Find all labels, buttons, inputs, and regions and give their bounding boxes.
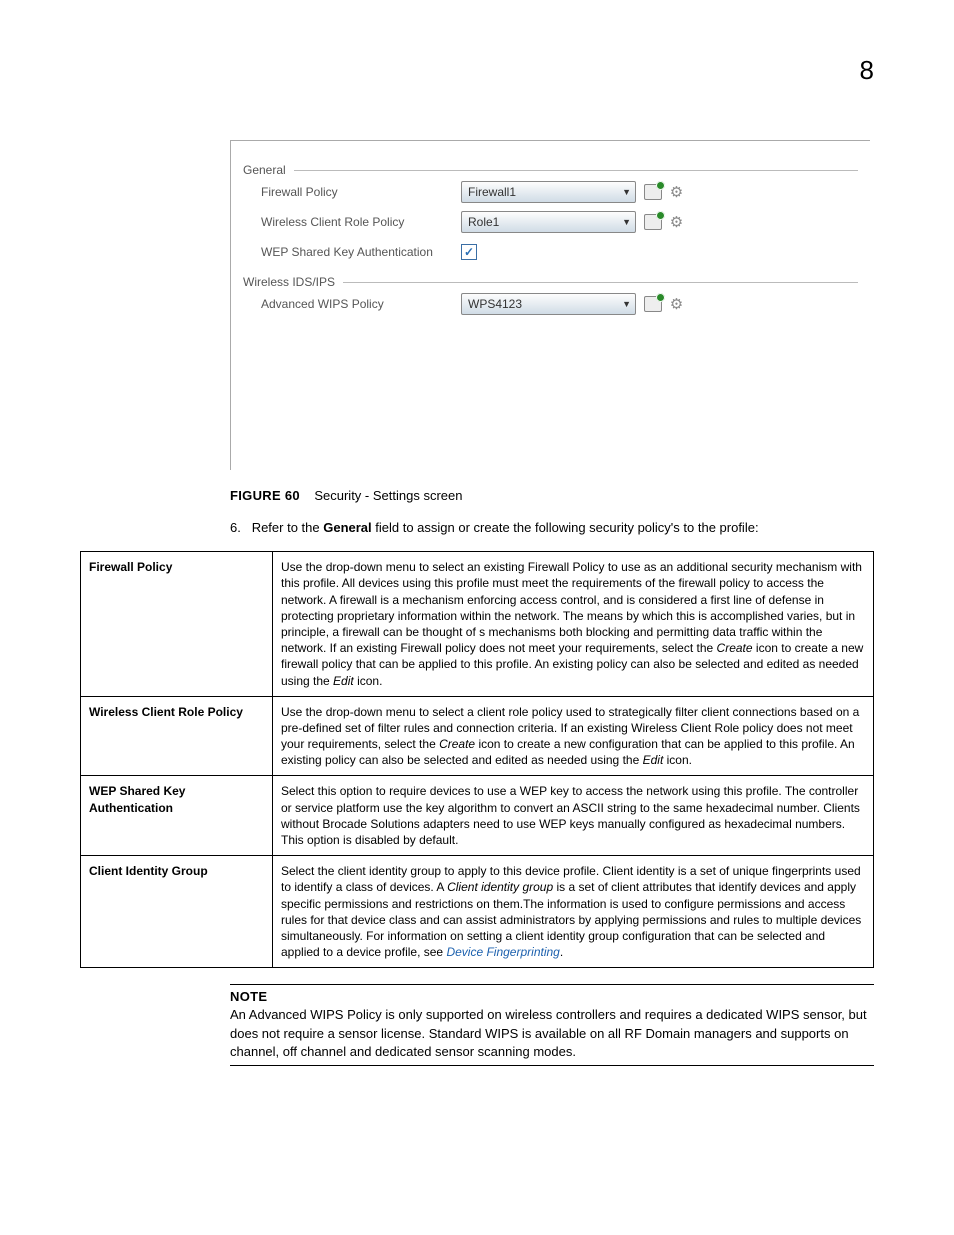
firewall-policy-value: Firewall1 <box>468 185 516 199</box>
advanced-wips-select[interactable]: WPS4123 ▼ <box>461 293 636 315</box>
italic-text: Create <box>439 737 475 751</box>
row-header: Firewall Policy <box>81 552 273 697</box>
note-body: An Advanced WIPS Policy is only supporte… <box>230 1006 874 1061</box>
wep-shared-key-label: WEP Shared Key Authentication <box>261 245 461 259</box>
row-header: WEP Shared Key Authentication <box>81 776 273 856</box>
firewall-policy-row: Firewall Policy Firewall1 ▼ <box>261 177 858 207</box>
figure-text: Security - Settings screen <box>314 488 462 503</box>
row-body: Use the drop-down menu to select a clien… <box>273 696 874 776</box>
advanced-wips-value: WPS4123 <box>468 297 522 311</box>
figure-caption: FIGURE 60 Security - Settings screen <box>230 488 874 503</box>
text: icon. <box>663 753 692 767</box>
device-fingerprinting-link[interactable]: Device Fingerprinting <box>446 945 559 959</box>
gear-icon[interactable] <box>668 296 685 313</box>
advanced-wips-row: Advanced WIPS Policy WPS4123 ▼ <box>261 289 858 319</box>
row-header: Client Identity Group <box>81 856 273 968</box>
description-table: Firewall Policy Use the drop-down menu t… <box>80 551 874 968</box>
row-body: Select the client identity group to appl… <box>273 856 874 968</box>
firewall-policy-label: Firewall Policy <box>261 185 461 199</box>
step-lead: Refer to the <box>252 520 324 535</box>
create-icon[interactable] <box>644 214 662 230</box>
table-row: Wireless Client Role Policy Use the drop… <box>81 696 874 776</box>
wep-shared-key-row: WEP Shared Key Authentication <box>261 237 858 267</box>
figure-label: FIGURE 60 <box>230 488 300 503</box>
wireless-ids-ips-section: Wireless IDS/IPS Advanced WIPS Policy WP… <box>243 275 858 319</box>
table-row: WEP Shared Key Authentication Select thi… <box>81 776 874 856</box>
chevron-down-icon: ▼ <box>622 187 631 197</box>
table-row: Client Identity Group Select the client … <box>81 856 874 968</box>
step-number: 6. <box>230 520 241 535</box>
create-icon[interactable] <box>644 296 662 312</box>
firewall-policy-select[interactable]: Firewall1 ▼ <box>461 181 636 203</box>
italic-text: Create <box>717 641 753 655</box>
note-block: NOTE An Advanced WIPS Policy is only sup… <box>230 984 874 1066</box>
step-tail: field to assign or create the following … <box>372 520 759 535</box>
step-6: 6. Refer to the General field to assign … <box>230 519 864 537</box>
gear-icon[interactable] <box>668 214 685 231</box>
italic-text: Edit <box>643 753 664 767</box>
wireless-client-role-value: Role1 <box>468 215 499 229</box>
wireless-client-role-row: Wireless Client Role Policy Role1 ▼ <box>261 207 858 237</box>
text: icon. <box>354 674 383 688</box>
security-settings-screenshot: General Firewall Policy Firewall1 ▼ Wire… <box>230 140 870 470</box>
italic-text: Client identity group <box>447 880 553 894</box>
wireless-client-role-select[interactable]: Role1 ▼ <box>461 211 636 233</box>
chevron-down-icon: ▼ <box>622 217 631 227</box>
note-rule-top <box>230 984 874 985</box>
gear-icon[interactable] <box>668 184 685 201</box>
page-number: 8 <box>860 55 874 86</box>
row-body: Use the drop-down menu to select an exis… <box>273 552 874 697</box>
italic-text: Edit <box>333 674 354 688</box>
note-title: NOTE <box>230 989 874 1004</box>
table-row: Firewall Policy Use the drop-down menu t… <box>81 552 874 697</box>
text: . <box>560 945 563 959</box>
wireless-ids-ips-legend: Wireless IDS/IPS <box>243 275 343 289</box>
general-section: General Firewall Policy Firewall1 ▼ Wire… <box>243 163 858 267</box>
general-legend: General <box>243 163 294 177</box>
chevron-down-icon: ▼ <box>622 299 631 309</box>
advanced-wips-label: Advanced WIPS Policy <box>261 297 461 311</box>
note-rule-bottom <box>230 1065 874 1066</box>
wireless-client-role-label: Wireless Client Role Policy <box>261 215 461 229</box>
create-icon[interactable] <box>644 184 662 200</box>
wep-shared-key-checkbox[interactable] <box>461 244 477 260</box>
row-body: Select this option to require devices to… <box>273 776 874 856</box>
row-header: Wireless Client Role Policy <box>81 696 273 776</box>
step-bold: General <box>323 520 371 535</box>
